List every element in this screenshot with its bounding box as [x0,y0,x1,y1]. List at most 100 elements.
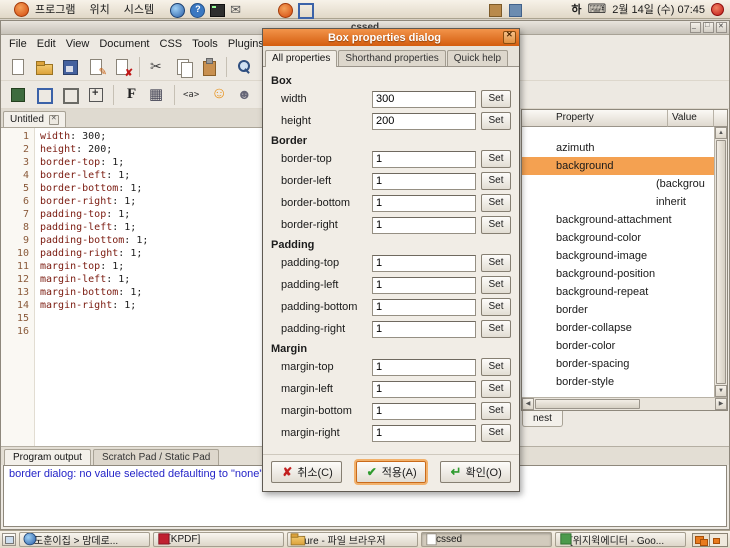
contact-button[interactable] [232,83,256,107]
ok-button[interactable]: 확인(O) [440,461,511,483]
margin-left-set-button[interactable]: Set [481,380,511,398]
show-desktop-button[interactable] [2,533,16,546]
help-icon[interactable] [187,0,205,18]
close-icon[interactable] [716,22,727,33]
distro-icon[interactable] [275,0,293,18]
open-document-button[interactable] [32,55,56,79]
scroll-down-icon[interactable]: ▼ [715,385,727,397]
menu-view[interactable]: View [61,36,95,52]
taskbar-item-3[interactable]: lure - 파일 브라우저 [287,532,418,547]
padding-top-set-button[interactable]: Set [481,254,511,272]
border-right-set-button[interactable]: Set [481,216,511,234]
tray-app-2-icon[interactable] [505,0,523,18]
margin-bottom-input[interactable] [372,403,476,420]
padding-right-input[interactable] [372,321,476,338]
border-left-input[interactable] [372,173,476,190]
menu-tools[interactable]: Tools [187,36,223,52]
padding-left-input[interactable] [372,277,476,294]
apply-button[interactable]: 적용(A) [356,461,426,483]
property-row-background-color[interactable]: background-color [522,229,714,247]
scroll-left-icon[interactable]: ◀ [522,398,534,410]
input-method-indicator[interactable]: 하 [571,1,581,17]
property-row-border-spacing[interactable]: border-spacing [522,355,714,373]
border-bottom-input[interactable] [372,195,476,212]
menu-css[interactable]: CSS [155,36,188,52]
tray-app-1-icon[interactable] [485,0,503,18]
clock[interactable]: 2월 14일 (수) 07:45 [612,1,705,17]
dialog-close-icon[interactable] [503,31,516,44]
border-right-input[interactable] [372,217,476,234]
taskbar-item-2[interactable]: [KPDF] [153,532,284,547]
property-row-border-color[interactable]: border-color [522,337,714,355]
padding-left-set-button[interactable]: Set [481,276,511,294]
margin-left-input[interactable] [372,381,476,398]
column-header-value[interactable]: Value [668,110,714,127]
emoticon-button[interactable] [206,83,230,107]
width-set-button[interactable]: Set [481,90,511,108]
copy-button[interactable] [171,55,195,79]
menu-document[interactable]: Document [94,36,154,52]
property-row-background-repeat[interactable]: background-repeat [522,283,714,301]
anchor-tag-button[interactable] [180,83,204,107]
office-icon[interactable] [295,0,313,18]
terminal-icon[interactable] [207,0,225,18]
keyboard-icon[interactable]: ⌨ [588,1,607,17]
padding-right-set-button[interactable]: Set [481,320,511,338]
cut-button[interactable] [145,55,169,79]
property-row-background-attachment[interactable]: background-attachment [522,211,714,229]
border-left-set-button[interactable]: Set [481,172,511,190]
new-document-button[interactable] [6,55,30,79]
vertical-scrollbar-thumb[interactable] [716,140,726,384]
border-bottom-set-button[interactable]: Set [481,194,511,212]
horizontal-scrollbar-thumb[interactable] [535,399,640,409]
margin-right-input[interactable] [372,425,476,442]
editor-tab-untitled[interactable]: Untitled [3,111,66,127]
horizontal-scrollbar[interactable]: ◀ ▶ [522,397,727,410]
property-row-border-style[interactable]: border-style [522,373,714,391]
workspace-switcher[interactable] [692,533,728,547]
margin-right-set-button[interactable]: Set [481,424,511,442]
cancel-button[interactable]: 취소(C) [271,461,342,483]
div-block-button[interactable] [32,83,56,107]
menu-file[interactable]: File [4,36,32,52]
workspace-1[interactable] [693,534,710,546]
bottom-tab-0[interactable]: Program output [4,449,91,465]
column-header-property[interactable]: Property [522,110,668,127]
minimize-icon[interactable] [690,22,701,33]
margin-top-input[interactable] [372,359,476,376]
search-button[interactable] [232,55,256,79]
property-row-background-image[interactable]: background-image [522,247,714,265]
scroll-up-icon[interactable]: ▲ [715,127,727,139]
vertical-scrollbar[interactable]: ▲ ▼ [714,127,727,397]
workspace-2[interactable] [710,534,727,546]
save-document-button[interactable] [58,55,82,79]
close-document-button[interactable] [110,55,134,79]
property-row-backgrou[interactable]: (backgrou [522,175,714,193]
scroll-right-icon[interactable]: ▶ [715,398,727,410]
padding-top-input[interactable] [372,255,476,272]
padding-bottom-input[interactable] [372,299,476,316]
table-grid-button[interactable] [145,83,169,107]
edit-document-button[interactable] [84,55,108,79]
font-button[interactable] [119,83,143,107]
width-input[interactable] [372,91,476,108]
property-row-inherit[interactable]: inherit [522,193,714,211]
property-row-border-collapse[interactable]: border-collapse [522,319,714,337]
height-input[interactable] [372,113,476,130]
panel-tab-nest[interactable]: nest [522,411,563,427]
tab-close-icon[interactable] [49,115,59,125]
dialog-tab-2[interactable]: Quick help [447,50,508,66]
property-row-border[interactable]: border [522,301,714,319]
maximize-icon[interactable] [703,22,714,33]
border-top-input[interactable] [372,151,476,168]
box-model-button[interactable] [6,83,30,107]
shutdown-icon[interactable] [711,3,724,16]
taskbar-item-4[interactable]: cssed [421,532,552,547]
dialog-tab-1[interactable]: Shorthand properties [338,50,445,66]
margin-top-set-button[interactable]: Set [481,358,511,376]
bottom-tab-1[interactable]: Scratch Pad / Static Pad [93,449,219,465]
taskbar-item-1[interactable]: 도훈이집 > 맘데로... [19,532,150,547]
property-row-background-position[interactable]: background-position [522,265,714,283]
property-row-background[interactable]: background [522,157,714,175]
paste-button[interactable] [197,55,221,79]
